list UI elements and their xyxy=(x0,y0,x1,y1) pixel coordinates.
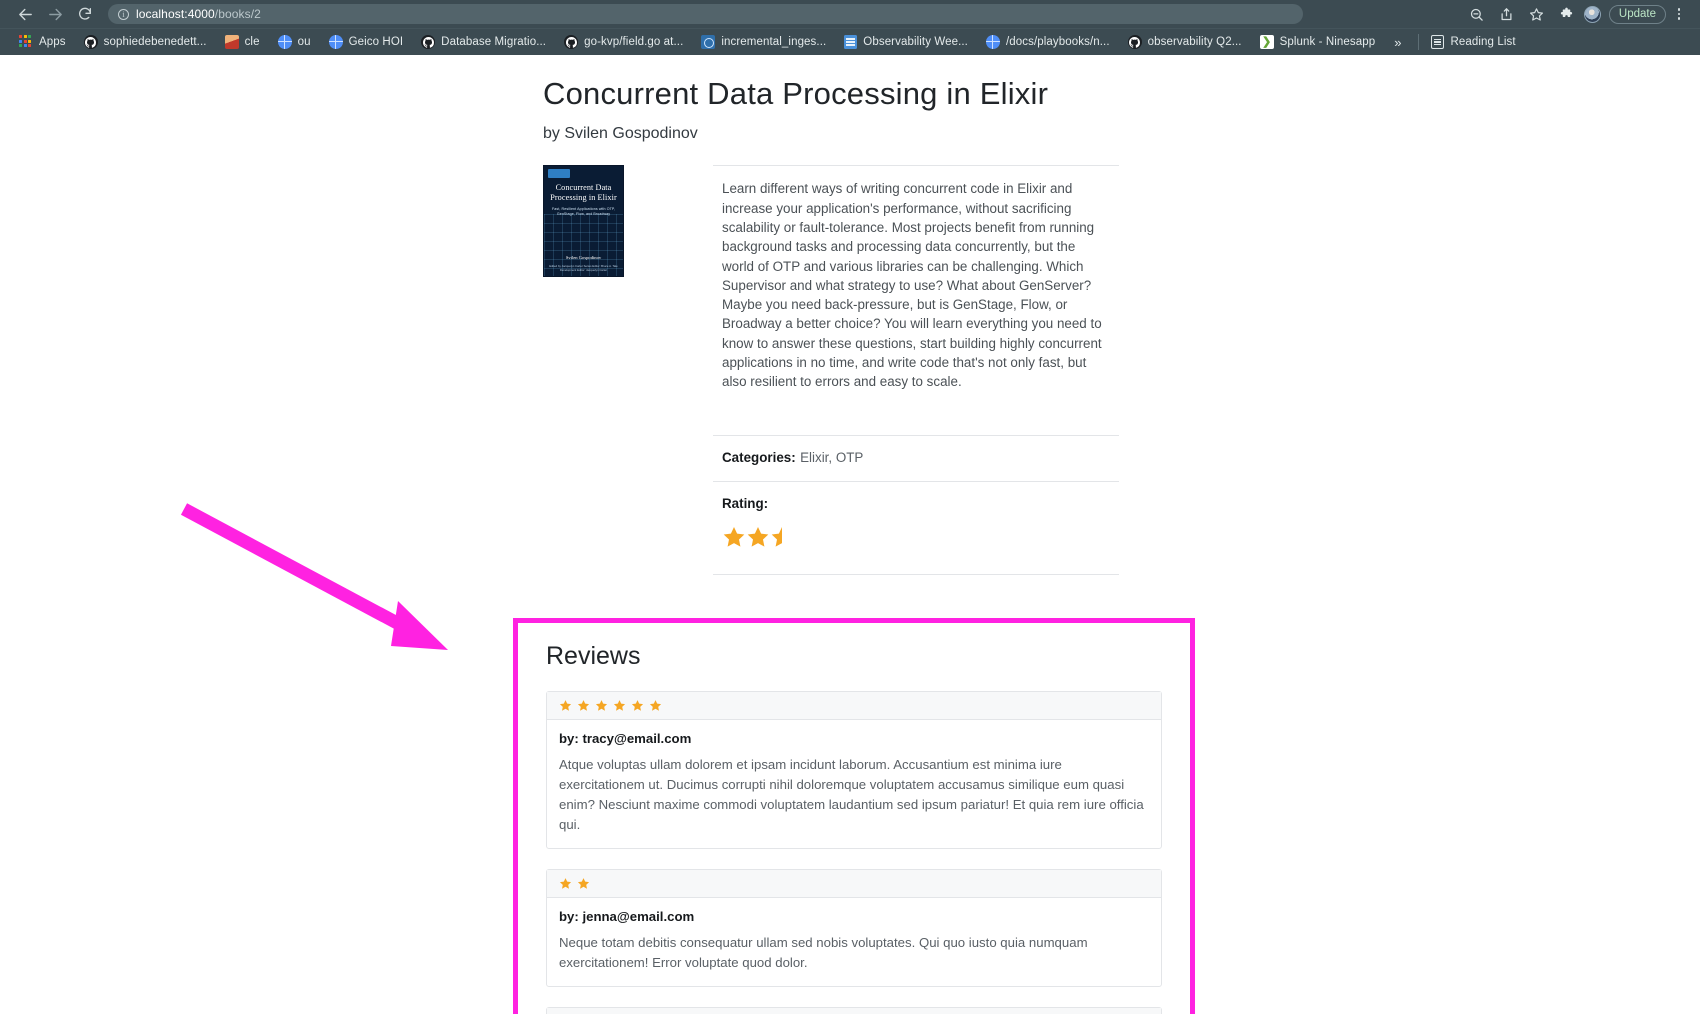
bookmark-star-icon[interactable] xyxy=(1524,3,1550,25)
review-star-rating xyxy=(547,692,1161,720)
page-content: Concurrent Data Processing in Elixir by … xyxy=(0,55,1700,1014)
reading-list-label: Reading List xyxy=(1450,36,1516,48)
book-cover-image: Concurrent Data Processing in Elixir Fas… xyxy=(543,165,624,278)
book-rating-cell: Rating: xyxy=(713,482,1119,575)
magenta-highlight-box: Reviews by: tracy@email.com Atque volupta… xyxy=(513,618,1195,1014)
bookmark-label: Splunk - Ninesapp xyxy=(1279,36,1376,48)
kebab-menu-icon[interactable] xyxy=(1670,4,1688,24)
review-author: by: tracy@email.com xyxy=(559,731,692,746)
bookmark-label: cle xyxy=(244,36,260,48)
update-button[interactable]: Update xyxy=(1608,4,1666,24)
bookmark-splunk-ninesapp[interactable]: ❯ Splunk - Ninesapp xyxy=(1251,31,1385,53)
github-icon xyxy=(564,35,579,49)
reading-list-icon xyxy=(1430,35,1444,49)
bookmark-geico-hoi[interactable]: Geico HOI xyxy=(320,31,413,53)
bookmark-label: ou xyxy=(297,36,311,48)
review-star-rating xyxy=(547,870,1161,898)
bookmark-label: incremental_inges... xyxy=(721,36,827,48)
shield-icon xyxy=(701,35,716,49)
book-description-cell: Learn different ways of writing concurre… xyxy=(713,166,1119,436)
book-author: by Svilen Gospodinov xyxy=(543,125,698,143)
book-detail-container: Concurrent Data Processing in Elixir by … xyxy=(543,75,1183,575)
github-icon xyxy=(1127,35,1142,49)
url-path: /books/2 xyxy=(214,7,261,21)
splunk-icon: ❯ xyxy=(1259,35,1274,49)
reviews-section: Reviews by: tracy@email.com Atque volupta… xyxy=(518,623,1190,1014)
cover-title-text: Concurrent Data Processing in Elixir xyxy=(550,183,617,203)
bookmark-label: sophiedebenedett... xyxy=(103,36,207,48)
categories-label: Categories: xyxy=(722,449,796,465)
bookmarks-bar: Apps sophiedebenedett... cle ou Geico HO… xyxy=(0,28,1700,55)
document-icon xyxy=(844,35,858,49)
bookmark-ou[interactable]: ou xyxy=(269,31,320,53)
bookmark-label: Database Migratio... xyxy=(441,36,547,48)
book-main-row: Concurrent Data Processing in Elixir Fas… xyxy=(543,165,1183,575)
rating-label: Rating: xyxy=(722,495,769,511)
address-bar[interactable]: i localhost:4000/books/2 xyxy=(108,4,1303,24)
review-card: by: tracy@email.com Atque voluptas ullam … xyxy=(546,691,1162,849)
site-info-icon[interactable]: i xyxy=(118,8,129,20)
back-arrow-icon[interactable] xyxy=(10,2,40,26)
book-details-table: Learn different ways of writing concurre… xyxy=(713,165,1119,575)
house-icon xyxy=(224,35,239,49)
review-card: by: jenna@email.com Neque totam debitis c… xyxy=(546,869,1162,987)
extensions-puzzle-icon[interactable] xyxy=(1554,3,1580,25)
bookmark-label: /docs/playbooks/n... xyxy=(1005,36,1110,48)
forward-arrow-icon[interactable] xyxy=(40,2,70,26)
review-star-rating xyxy=(547,1008,1161,1014)
review-card: by: liz@email.comMaiores nihil quod id o… xyxy=(546,1007,1162,1014)
categories-value: Elixir, OTP xyxy=(800,449,864,465)
book-description: Learn different ways of writing concurre… xyxy=(722,181,1102,390)
cover-footer-text: Edited by Jacquelyn Carter Series Editor… xyxy=(549,264,618,272)
bookmarks-overflow-button[interactable]: » xyxy=(1384,35,1411,50)
browser-chrome: i localhost:4000/books/2 Update Apps sop… xyxy=(0,0,1700,55)
magenta-annotation-arrow xyxy=(180,503,448,650)
bookmark-docs-playbooks[interactable]: /docs/playbooks/n... xyxy=(977,31,1119,53)
bookmark-label: observability Q2... xyxy=(1147,36,1242,48)
bookmark-label: Apps xyxy=(39,36,66,48)
reviews-list: by: tracy@email.com Atque voluptas ullam … xyxy=(546,691,1162,1014)
review-body: by: tracy@email.com Atque voluptas ullam … xyxy=(547,720,1161,848)
globe-icon xyxy=(328,35,343,49)
bookmark-cle[interactable]: cle xyxy=(216,31,269,53)
review-text: Atque voluptas ullam dolorem et ipsam in… xyxy=(559,757,1144,832)
bookmark-sophiedebenedett[interactable]: sophiedebenedett... xyxy=(75,31,216,53)
browser-toolbar: i localhost:4000/books/2 Update xyxy=(0,0,1700,28)
share-icon[interactable] xyxy=(1494,3,1520,25)
globe-icon xyxy=(985,35,1000,49)
bookmark-observability-q2[interactable]: observability Q2... xyxy=(1119,31,1251,53)
bookmark-database-migration[interactable]: Database Migratio... xyxy=(412,31,555,53)
review-author: by: jenna@email.com xyxy=(559,909,695,924)
avatar[interactable] xyxy=(1583,5,1601,23)
url-text: localhost:4000/books/2 xyxy=(136,7,261,21)
book-categories-cell: Categories: Elixir, OTP xyxy=(713,436,1119,482)
bookmark-apps[interactable]: Apps xyxy=(10,31,75,53)
bookmark-go-kvp-field[interactable]: go-kvp/field.go at... xyxy=(555,31,692,53)
review-text: Neque totam debitis consequatur ullam se… xyxy=(559,935,1088,970)
bookmark-observability-weekly[interactable]: Observability Wee... xyxy=(835,31,977,53)
bookmark-label: Observability Wee... xyxy=(863,36,968,48)
cover-subtitle-text: Fast, Resilient Applications with OTP, G… xyxy=(551,207,616,217)
review-body: by: jenna@email.com Neque totam debitis c… xyxy=(547,898,1161,986)
page-title: Concurrent Data Processing in Elixir xyxy=(543,76,1049,111)
rating-stars xyxy=(722,524,1110,550)
apps-grid-icon xyxy=(19,35,33,49)
zoom-out-icon[interactable] xyxy=(1464,3,1490,25)
bookmark-incremental-ingest[interactable]: incremental_inges... xyxy=(692,31,835,53)
bookmark-label: Geico HOI xyxy=(348,36,404,48)
bookmark-label: go-kvp/field.go at... xyxy=(584,36,684,48)
cover-author-text: Svilen Gospodinov xyxy=(565,255,602,261)
github-icon xyxy=(83,35,98,49)
bookmarks-divider xyxy=(1417,34,1419,50)
reading-list-button[interactable]: Reading List xyxy=(1425,35,1522,49)
globe-icon xyxy=(277,35,292,49)
github-icon xyxy=(421,35,436,49)
toolbar-right-group: Update xyxy=(1464,3,1690,25)
cover-publisher-badge xyxy=(548,169,570,179)
url-host: localhost:4000 xyxy=(136,7,215,21)
reviews-heading: Reviews xyxy=(546,642,641,670)
reload-icon[interactable] xyxy=(70,2,100,26)
